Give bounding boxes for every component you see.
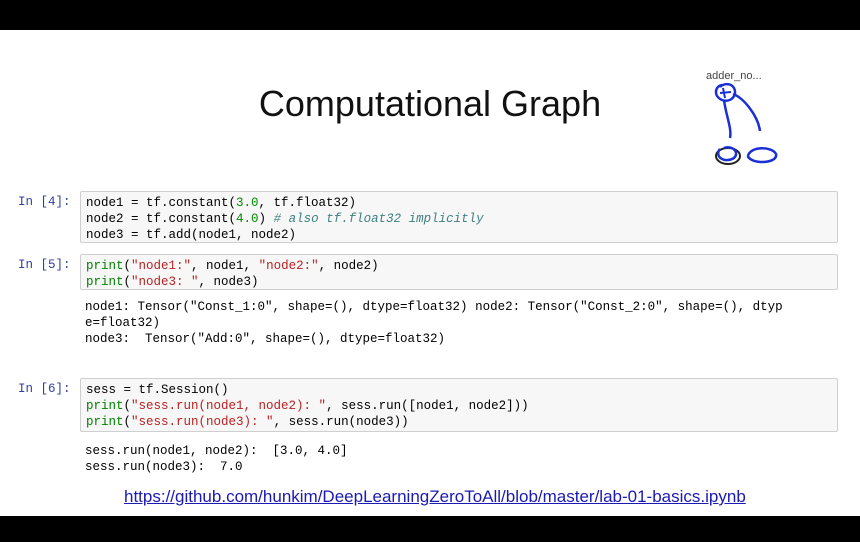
output-line: sess.run(node1, node2): [3.0, 4.0]	[85, 444, 348, 458]
code-token: print	[86, 399, 124, 413]
code-token: (	[123, 415, 132, 429]
code-token: (	[123, 399, 132, 413]
code-token: "sess.run(node1, node2): "	[131, 399, 327, 413]
code-token: print	[86, 275, 124, 289]
code-token: "node3: "	[131, 275, 199, 289]
code-token: node1 = tf.constant(	[86, 196, 237, 210]
code-token: , sess.run([node1, node2]))	[326, 399, 529, 413]
cell-prompt: In [5]:	[18, 258, 71, 272]
code-token: "sess.run(node3): "	[131, 415, 274, 429]
slide: Computational Graph adder_no... In [4]: n…	[0, 30, 860, 516]
code-token: "node2:"	[258, 259, 319, 273]
code-token: , node3)	[198, 275, 259, 289]
code-line: print("sess.run(node3): ", sess.run(node…	[86, 414, 832, 430]
code-token: sess = tf.Session()	[86, 383, 229, 397]
code-line: print("sess.run(node1, node2): ", sess.r…	[86, 398, 832, 414]
code-token: , node1,	[191, 259, 259, 273]
code-input[interactable]: node1 = tf.constant(3.0, tf.float32) node…	[80, 191, 838, 243]
code-input[interactable]: sess = tf.Session() print("sess.run(node1…	[80, 378, 838, 432]
code-line: print("node1:", node1, "node2:", node2)	[86, 258, 832, 274]
output-line: sess.run(node3): 7.0	[85, 460, 243, 474]
code-line: node2 = tf.constant(4.0) # also tf.float…	[86, 211, 832, 227]
code-token: )	[258, 212, 274, 226]
cell-prompt: In [6]:	[18, 382, 71, 396]
code-line: print("node3: ", node3)	[86, 274, 832, 290]
code-token: (	[123, 259, 132, 273]
code-token: print	[86, 259, 124, 273]
cell-output: node1: Tensor("Const_1:0", shape=(), dty…	[85, 299, 835, 347]
code-token: 3.0	[236, 196, 259, 210]
code-token: (	[123, 275, 132, 289]
output-line: node3: Tensor("Add:0", shape=(), dtype=f…	[85, 332, 446, 346]
code-line: node1 = tf.constant(3.0, tf.float32)	[86, 195, 832, 211]
code-input[interactable]: print("node1:", node1, "node2:", node2) p…	[80, 254, 838, 290]
code-line: node3 = tf.add(node1, node2)	[86, 227, 832, 243]
code-token: 4.0	[236, 212, 259, 226]
notebook-link[interactable]: https://github.com/hunkim/DeepLearningZe…	[124, 487, 746, 507]
code-line: sess = tf.Session()	[86, 382, 832, 398]
code-token: node2 = tf.constant(	[86, 212, 237, 226]
code-token: node3 = tf.add(node1, node2)	[86, 228, 297, 242]
code-token: , node2)	[318, 259, 379, 273]
output-line: e=float32)	[85, 316, 161, 330]
cell-prompt: In [4]:	[18, 195, 71, 209]
code-token: print	[86, 415, 124, 429]
code-token: "node1:"	[131, 259, 192, 273]
code-token: , tf.float32)	[258, 196, 357, 210]
graph-scribble-icon	[714, 82, 778, 165]
output-line: node1: Tensor("Const_1:0", shape=(), dty…	[85, 300, 783, 314]
code-token: # also tf.float32 implicitly	[273, 212, 484, 226]
code-token: , sess.run(node3))	[273, 415, 409, 429]
cell-output: sess.run(node1, node2): [3.0, 4.0] sess.r…	[85, 443, 835, 475]
